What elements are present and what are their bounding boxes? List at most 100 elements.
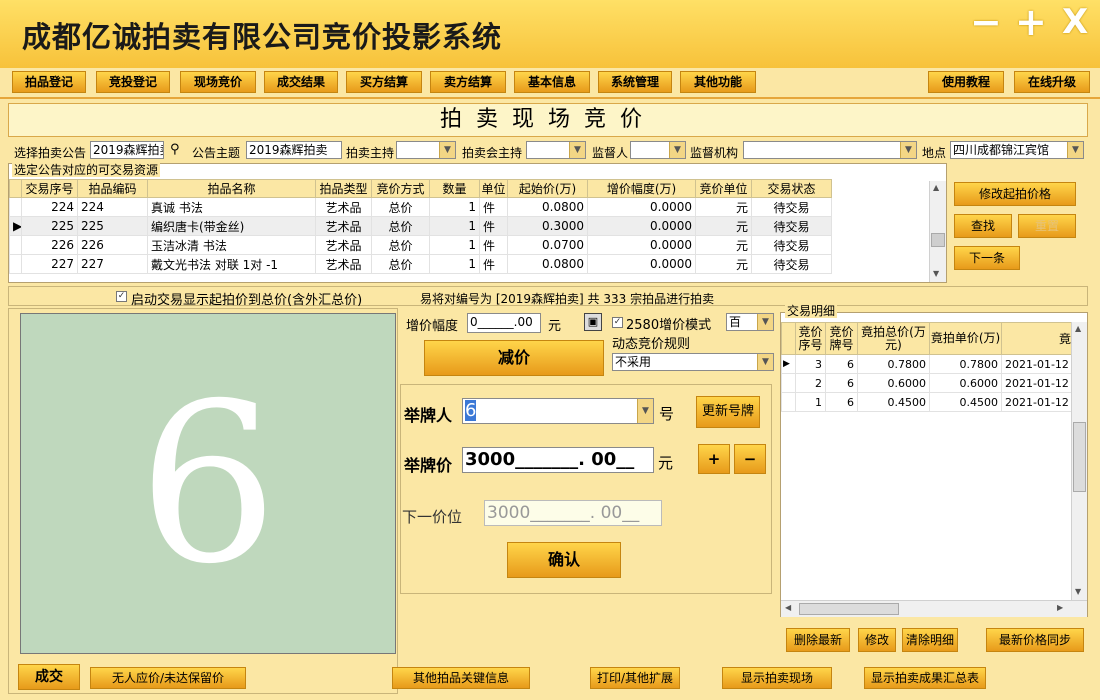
- col-header[interactable]: 增价幅度(万): [587, 179, 696, 198]
- maximize-button[interactable]: +: [1015, 2, 1047, 42]
- table-row[interactable]: 227 227 戴文光书法 对联 1对 -1 艺术品 总价 1 件 0.0800…: [9, 254, 832, 274]
- reset-button[interactable]: 重置: [1018, 214, 1076, 238]
- chevron-down-icon[interactable]: ▼: [669, 142, 685, 158]
- row-marker: ▶: [781, 354, 796, 374]
- scroll-right-icon[interactable]: ▶: [1057, 603, 1063, 612]
- col-header[interactable]: 拍品类型: [315, 179, 372, 198]
- minimize-button[interactable]: −: [970, 2, 1002, 42]
- scroll-left-icon[interactable]: ◀: [785, 603, 791, 612]
- col-header[interactable]: 竞价单位: [695, 179, 752, 198]
- increase-button[interactable]: +: [698, 444, 730, 474]
- col-header[interactable]: 数量: [429, 179, 480, 198]
- menu-item-other-functions[interactable]: 其他功能: [680, 71, 756, 93]
- dynamic-rule-label: 动态竞价规则: [612, 337, 691, 352]
- chevron-down-icon[interactable]: ▼: [637, 399, 653, 423]
- key-info-button[interactable]: 其他拍品关键信息: [392, 667, 530, 689]
- col-header[interactable]: 竟拍总价(万元): [857, 322, 930, 355]
- show-total-checkbox[interactable]: ✓: [116, 291, 127, 302]
- menu-item-basic-info[interactable]: 基本信息: [514, 71, 590, 93]
- menu-item-system-admin[interactable]: 系统管理: [598, 71, 672, 93]
- scroll-thumb[interactable]: [1073, 422, 1086, 492]
- print-button[interactable]: 打印/其他扩展: [590, 667, 680, 689]
- col-header[interactable]: 竟拍单价(万): [929, 322, 1002, 355]
- table-row[interactable]: 2 6 0.6000 0.6000 2021-01-12: [781, 373, 1072, 393]
- host-select[interactable]: ▼: [396, 141, 456, 159]
- menu-item-live-bidding[interactable]: 现场竞价: [180, 71, 256, 93]
- lots-legend: 选定公告对应的可交易资源: [12, 163, 161, 177]
- scroll-thumb[interactable]: [799, 603, 899, 615]
- scroll-down-icon[interactable]: ▼: [933, 269, 939, 278]
- chevron-down-icon[interactable]: ▼: [900, 142, 916, 158]
- menu-item-buyer-settlement[interactable]: 买方结算: [346, 71, 422, 93]
- modify-start-price-button[interactable]: 修改起拍价格: [954, 182, 1076, 206]
- menu-item-seller-settlement[interactable]: 卖方结算: [430, 71, 506, 93]
- mode-2580-checkbox[interactable]: ✓: [612, 317, 623, 328]
- col-header[interactable]: 单位: [479, 179, 508, 198]
- monitor-icon[interactable]: ▣: [584, 313, 602, 331]
- supervisor-select[interactable]: ▼: [630, 141, 686, 159]
- scroll-up-icon[interactable]: ▲: [933, 183, 939, 192]
- menu-item-deal-results[interactable]: 成交结果: [264, 71, 338, 93]
- cell: 2021-01-12: [1001, 373, 1072, 393]
- menu-item-tutorial[interactable]: 使用教程: [928, 71, 1004, 93]
- table-row-selected[interactable]: ▶ 225 225 编织唐卡(带金丝) 艺术品 总价 1 件 0.3000 0.…: [9, 216, 832, 236]
- chevron-down-icon[interactable]: ▼: [439, 142, 455, 158]
- dynamic-rule-select[interactable]: 不采用 ▼: [612, 353, 774, 371]
- col-header[interactable]: 交易状态: [751, 179, 832, 198]
- edit-button[interactable]: 修改: [858, 628, 896, 652]
- col-header[interactable]: 起始价(万): [507, 179, 588, 198]
- confirm-button[interactable]: 确认: [507, 542, 621, 578]
- cell: 元: [695, 197, 752, 217]
- next-record-button[interactable]: 下一条: [954, 246, 1020, 270]
- sync-price-button[interactable]: 最新价格同步: [986, 628, 1084, 652]
- delete-latest-button[interactable]: 删除最新: [786, 628, 850, 652]
- chevron-down-icon[interactable]: ▼: [757, 314, 773, 330]
- bid-price-input[interactable]: 3000_______. 00__: [462, 447, 654, 473]
- decrease-price-button[interactable]: 减价: [424, 340, 604, 376]
- clear-details-button[interactable]: 清除明细: [902, 628, 958, 652]
- next-price-label: 下一价位: [402, 508, 463, 526]
- increment-input[interactable]: 0______.00: [467, 313, 541, 333]
- agency-select[interactable]: ▼: [743, 141, 917, 159]
- col-header[interactable]: 竞价方式: [371, 179, 430, 198]
- chevron-down-icon[interactable]: ▼: [757, 354, 773, 370]
- cell: 3: [795, 354, 826, 374]
- decrease-button[interactable]: −: [734, 444, 766, 474]
- find-button[interactable]: 查找: [954, 214, 1012, 238]
- col-header[interactable]: 竞价序号: [795, 322, 826, 355]
- supervisor-label: 监督人: [592, 146, 629, 160]
- refresh-paddle-button[interactable]: 更新号牌: [696, 396, 760, 428]
- bidder-select[interactable]: 6 ▼: [462, 398, 654, 424]
- menu-item-online-upgrade[interactable]: 在线升级: [1014, 71, 1090, 93]
- col-header[interactable]: 拍品编码: [77, 179, 148, 198]
- lots-scrollbar[interactable]: ▲ ▼: [929, 181, 946, 282]
- table-row[interactable]: 226 226 玉洁冰清 书法 艺术品 总价 1 件 0.0700 0.0000…: [9, 235, 832, 255]
- col-header[interactable]: 竟: [1001, 322, 1072, 355]
- announcement-input[interactable]: 2019森辉拍卖: [90, 141, 164, 159]
- mode-unit-select[interactable]: 百 ▼: [726, 313, 774, 331]
- table-row[interactable]: 1 6 0.4500 0.4500 2021-01-12: [781, 392, 1072, 412]
- table-row[interactable]: ▶ 3 6 0.7800 0.7800 2021-01-12: [781, 354, 1072, 374]
- deal-button[interactable]: 成交: [18, 664, 80, 690]
- no-bid-button[interactable]: 无人应价/未达保留价: [90, 667, 246, 689]
- menu-item-lot-registration[interactable]: 拍品登记: [12, 71, 86, 93]
- transactions-hscrollbar[interactable]: ◀ ▶: [781, 600, 1087, 617]
- scroll-thumb[interactable]: [931, 233, 945, 247]
- scroll-up-icon[interactable]: ▲: [1075, 324, 1081, 333]
- close-button[interactable]: X: [1062, 2, 1088, 42]
- show-summary-button[interactable]: 显示拍卖成果汇总表: [864, 667, 986, 689]
- chevron-down-icon[interactable]: ▼: [1067, 142, 1083, 158]
- show-scene-button[interactable]: 显示拍卖现场: [722, 667, 832, 689]
- cohost-select[interactable]: ▼: [526, 141, 586, 159]
- col-header[interactable]: 拍品名称: [147, 179, 316, 198]
- menu-item-bidder-registration[interactable]: 竞投登记: [96, 71, 170, 93]
- location-select[interactable]: 四川成都锦江宾馆 ▼: [950, 141, 1084, 159]
- table-row[interactable]: 224 224 真诚 书法 艺术品 总价 1 件 0.0800 0.0000 元…: [9, 197, 832, 217]
- subject-input[interactable]: 2019森辉拍卖: [246, 141, 342, 159]
- col-header[interactable]: 竞价牌号: [825, 322, 858, 355]
- col-header[interactable]: 交易序号: [21, 179, 78, 198]
- chevron-down-icon[interactable]: ▼: [569, 142, 585, 158]
- scroll-down-icon[interactable]: ▼: [1075, 587, 1081, 596]
- transactions-vscrollbar[interactable]: ▲ ▼: [1071, 322, 1087, 600]
- lookup-icon[interactable]: ⚲: [170, 142, 180, 157]
